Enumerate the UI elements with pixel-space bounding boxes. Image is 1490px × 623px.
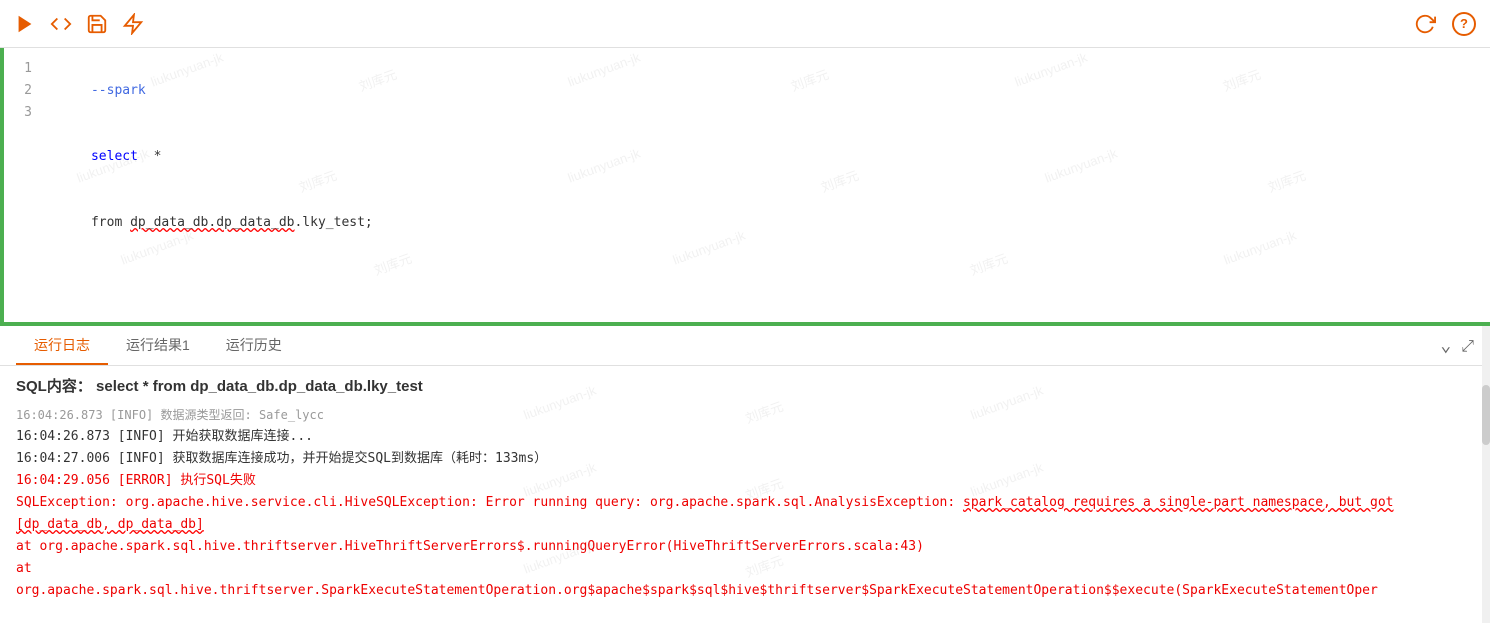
code-line-1: --spark — [40, 58, 1490, 124]
code-from-keyword: from — [91, 215, 130, 230]
code-text: * — [138, 149, 161, 164]
tab-run-result[interactable]: 运行结果1 — [108, 327, 208, 365]
code-line-3: from dp_data_db.dp_data_db.lky_test; — [40, 190, 1490, 256]
tab-run-log[interactable]: 运行日志 — [16, 327, 108, 365]
bottom-panel: 运行日志 运行结果1 运行历史 ⌄ ⤢ liukunyuan-jk 刘库元 li… — [0, 326, 1490, 623]
line-number-1: 1 — [4, 58, 40, 80]
tabs-left: 运行日志 运行结果1 运行历史 — [16, 327, 300, 365]
code-line-2: select * — [40, 124, 1490, 190]
code-table-ref: dp_data_db.dp_data_db — [130, 215, 294, 230]
log-line-exception: SQLException: org.apache.hive.service.cl… — [16, 492, 1474, 536]
line-number-3: 3 — [4, 102, 40, 124]
editor-area: liukunyuan-jk 刘库元 liukunyuan-jk 刘库元 liuk… — [0, 48, 1490, 326]
log-line-stack-3: org.apache.spark.sql.hive.thriftserver.S… — [16, 580, 1474, 602]
scrollbar-thumb[interactable] — [1482, 385, 1490, 445]
line-number-2: 2 — [4, 80, 40, 102]
export-button[interactable] — [122, 13, 144, 35]
collapse-icon[interactable]: ⌄ — [1440, 335, 1451, 356]
sync-icon[interactable] — [1414, 13, 1436, 35]
error-underline: spark_catalog requires a single-part nam… — [16, 495, 1394, 532]
code-content[interactable]: --spark select * from dp_data_db.dp_data… — [40, 48, 1490, 322]
tabs: 运行日志 运行结果1 运行历史 ⌄ ⤢ — [0, 326, 1490, 366]
help-icon[interactable]: ? — [1452, 12, 1476, 36]
scrollbar[interactable] — [1482, 326, 1490, 623]
expand-icon[interactable]: ⤢ — [1461, 336, 1474, 356]
toolbar: ? — [0, 0, 1490, 48]
save-button[interactable] — [86, 13, 108, 35]
code-comment: --spark — [91, 83, 146, 98]
code-select-keyword: select — [91, 149, 138, 164]
tabs-right: ⌄ ⤢ — [1440, 335, 1474, 356]
log-line-2: 16:04:27.006 [INFO] 获取数据库连接成功，并开始提交SQL到数… — [16, 448, 1474, 470]
log-line-1: 16:04:26.873 [INFO] 开始获取数据库连接... — [16, 426, 1474, 448]
sql-header-content: select * from dp_data_db.dp_data_db.lky_… — [96, 378, 423, 395]
log-content: liukunyuan-jk 刘库元 liukunyuan-jk liukunyu… — [0, 366, 1490, 623]
toolbar-left — [14, 13, 144, 35]
line-numbers: 1 2 3 — [4, 48, 40, 322]
log-line-stack-1: at org.apache.spark.sql.hive.thriftserve… — [16, 536, 1474, 558]
toolbar-right: ? — [1414, 12, 1476, 36]
log-line-error: 16:04:29.056 [ERROR] 执行SQL失败 — [16, 470, 1474, 492]
code-icon[interactable] — [50, 13, 72, 35]
code-table-suffix: .lky_test; — [294, 215, 372, 230]
log-line-0: 16:04:26.873 [INFO] 数据源类型返回: Safe_lycc — [16, 404, 1474, 426]
sql-header-label: SQL内容： — [16, 378, 92, 395]
sql-header: SQL内容： select * from dp_data_db.dp_data_… — [16, 376, 1474, 398]
log-line-stack-2: at — [16, 558, 1474, 580]
run-button[interactable] — [14, 13, 36, 35]
tab-run-history[interactable]: 运行历史 — [208, 327, 300, 365]
